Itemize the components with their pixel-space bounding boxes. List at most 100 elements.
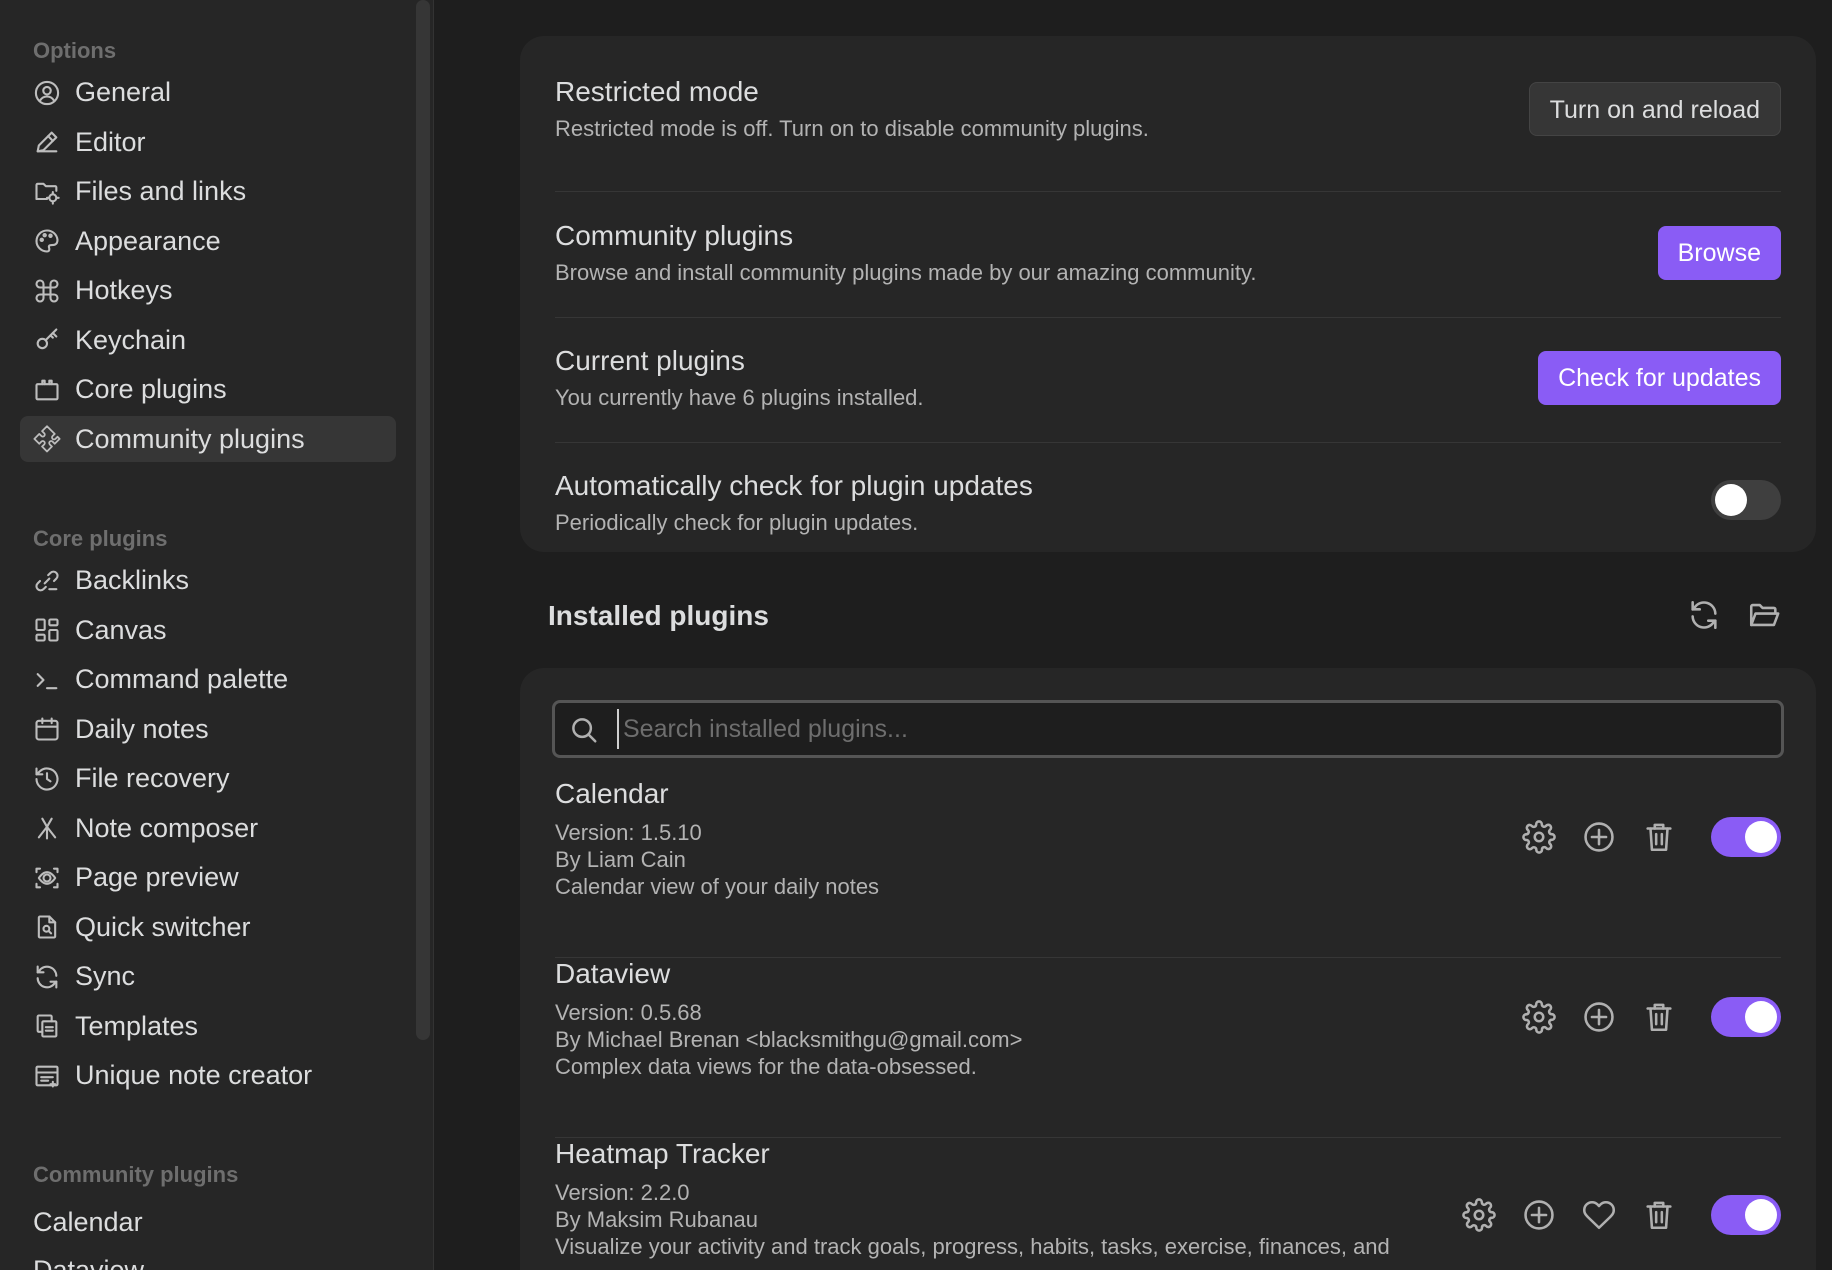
files-and-links-icon (33, 178, 61, 206)
toggle-knob (1745, 821, 1777, 853)
auto-check-updates-toggle[interactable] (1711, 480, 1781, 520)
sidebar-item-label: Editor (75, 126, 146, 157)
page-preview-icon (33, 864, 61, 892)
plugin-search-box (552, 700, 1784, 758)
hotkeys-icon (33, 277, 61, 305)
sidebar-item-file-recovery[interactable]: File recovery (20, 756, 396, 802)
plugin-enable-toggle[interactable] (1711, 1195, 1781, 1235)
installed-plugins-card: Calendar Version: 1.5.10By Liam CainCalen… (520, 668, 1816, 1270)
setting-name: Restricted mode (555, 76, 759, 107)
sidebar-item-label: Note composer (75, 812, 259, 843)
sidebar-item-label: Appearance (75, 225, 221, 256)
setting-description: Browse and install community plugins mad… (555, 260, 1257, 285)
general-icon (33, 79, 61, 107)
setting-description: Restricted mode is off. Turn on to disab… (555, 116, 1149, 141)
sidebar-item-label: Quick switcher (75, 911, 251, 942)
trash-icon[interactable] (1642, 1000, 1676, 1034)
quick-switcher-icon (33, 913, 61, 941)
sidebar-item-label: Sync (75, 961, 136, 991)
plugin-version: Version: 2.2.0 (555, 1180, 690, 1205)
community-plugins-heading: Community plugins (33, 1162, 239, 1187)
unique-note-creator-icon (33, 1062, 61, 1090)
sidebar-item-quick-switcher[interactable]: Quick switcher (20, 904, 396, 950)
community-plugins-section: Community plugins Calendar Dataview (20, 1160, 396, 1270)
setting-name: Community plugins (555, 220, 794, 251)
plugin-author: By Liam Cain (555, 847, 686, 872)
community-plugins-icon (33, 425, 61, 453)
search-icon (569, 715, 599, 745)
sidebar-item-backlinks[interactable]: Backlinks (20, 558, 396, 604)
browse-button[interactable]: Browse (1657, 226, 1781, 280)
plugin-settings-card: Restricted mode Restricted mode is off. … (520, 36, 1816, 552)
hotkeys-plus-icon[interactable] (1582, 820, 1616, 854)
plugin-name: Dataview (555, 958, 671, 989)
donate-heart-icon[interactable] (1582, 1198, 1616, 1232)
sidebar-item-label: Command palette (75, 664, 289, 694)
settings-icon[interactable] (1522, 1000, 1556, 1034)
turn-on-and-reload-button[interactable]: Turn on and reload (1528, 82, 1781, 136)
sidebar-item-keychain[interactable]: Keychain (20, 317, 396, 363)
sidebar-scrollbar[interactable] (416, 0, 430, 1040)
plugin-version: Version: 0.5.68 (555, 1000, 702, 1025)
plugin-name: Calendar (555, 778, 669, 809)
sidebar-item-general[interactable]: General (20, 70, 396, 116)
toggle-knob (1715, 484, 1747, 516)
hotkeys-plus-icon[interactable] (1582, 1000, 1616, 1034)
trash-icon[interactable] (1642, 820, 1676, 854)
daily-notes-icon (33, 715, 61, 743)
community-plugins-setting: Community plugins Browse and install com… (555, 192, 1781, 318)
sidebar-item-templates[interactable]: Templates (20, 1003, 396, 1049)
sidebar-item-files-and-links[interactable]: Files and links (20, 169, 396, 215)
setting-description: Periodically check for plugin updates. (555, 510, 919, 535)
sidebar-item-note-composer[interactable]: Note composer (20, 805, 396, 851)
toggle-knob (1745, 1199, 1777, 1231)
plugin-enable-toggle[interactable] (1711, 997, 1781, 1037)
file-recovery-icon (33, 765, 61, 793)
sidebar-item-command-palette[interactable]: Command palette (20, 657, 396, 703)
setting-name: Automatically check for plugin updates (555, 470, 1033, 501)
sidebar-item-page-preview[interactable]: Page preview (20, 855, 396, 901)
plugin-description: Visualize your activity and track goals,… (555, 1234, 1390, 1259)
sidebar-item-dataview[interactable]: Dataview (20, 1246, 396, 1270)
sidebar-item-label: Core plugins (75, 374, 227, 404)
core-plugins-icon (33, 376, 61, 404)
plugin-version: Version: 1.5.10 (555, 820, 702, 845)
sidebar-item-sync[interactable]: Sync (20, 954, 396, 1000)
sidebar-item-appearance[interactable]: Appearance (20, 218, 396, 264)
auto-check-updates-setting: Automatically check for plugin updates P… (555, 443, 1781, 552)
plugin-description: Calendar view of your daily notes (555, 874, 880, 899)
sidebar-item-core-plugins[interactable]: Core plugins (20, 367, 396, 413)
settings-content: Restricted mode Restricted mode is off. … (435, 0, 1832, 1270)
settings-icon[interactable] (1462, 1198, 1496, 1232)
sidebar-item-label: General (75, 77, 172, 107)
installed-plugins-heading: Installed plugins (548, 600, 769, 631)
sidebar-item-daily-notes[interactable]: Daily notes (20, 706, 396, 752)
sidebar-item-canvas[interactable]: Canvas (20, 607, 396, 653)
settings-icon[interactable] (1522, 820, 1556, 854)
core-plugins-section: Core plugins Backlinks Canvas Command pale… (20, 524, 396, 1099)
restricted-mode-setting: Restricted mode Restricted mode is off. … (555, 66, 1781, 192)
sidebar-item-label: Community plugins (75, 423, 305, 454)
sidebar-item-calendar[interactable]: Calendar (20, 1198, 396, 1246)
core-plugins-heading: Core plugins (33, 526, 168, 551)
plugin-row-calendar: Calendar Version: 1.5.10 By Liam Cain Calen… (555, 778, 1781, 958)
hotkeys-plus-icon[interactable] (1522, 1198, 1556, 1232)
sidebar-item-label: Backlinks (75, 565, 190, 595)
search-installed-plugins-input[interactable] (617, 709, 1767, 749)
sidebar-item-hotkeys[interactable]: Hotkeys (20, 268, 396, 314)
plugin-enable-toggle[interactable] (1711, 817, 1781, 857)
check-for-updates-button[interactable]: Check for updates (1538, 351, 1781, 405)
open-plugins-folder-icon[interactable] (1747, 598, 1781, 632)
options-heading: Options (33, 38, 117, 63)
sidebar-item-label: Unique note creator (75, 1060, 313, 1090)
sync-icon (33, 963, 61, 991)
sidebar-item-editor[interactable]: Editor (20, 119, 396, 165)
sidebar-item-label: Keychain (75, 324, 187, 355)
toggle-knob (1745, 1001, 1777, 1033)
sidebar-item-unique-note-creator[interactable]: Unique note creator (20, 1053, 396, 1099)
trash-icon[interactable] (1642, 1198, 1676, 1232)
plugin-author: By Maksim Rubanau (555, 1207, 758, 1232)
sidebar-item-community-plugins[interactable]: Community plugins (20, 416, 396, 462)
options-section: Options General Editor Files and links Appe… (20, 36, 396, 462)
reload-plugins-icon[interactable] (1687, 598, 1721, 632)
